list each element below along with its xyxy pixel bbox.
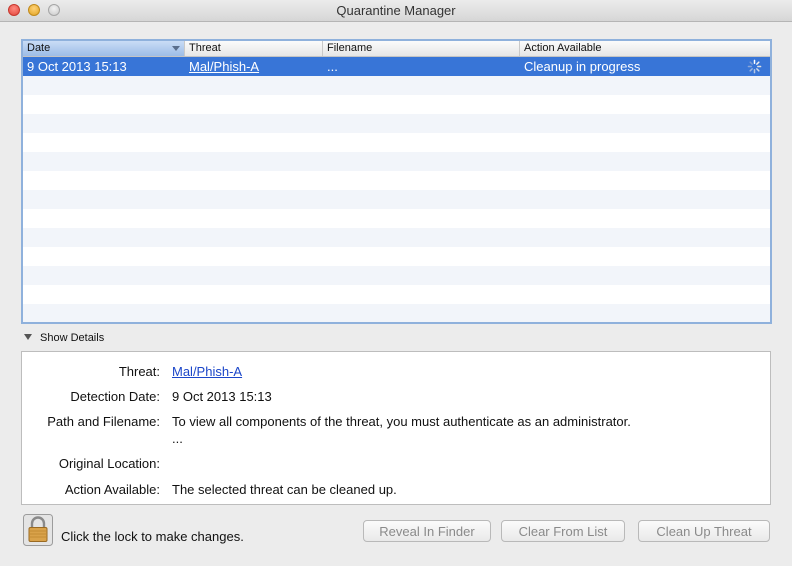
column-header-threat[interactable]: Threat <box>185 41 323 56</box>
path-filename-label: Path and Filename: <box>47 414 160 429</box>
empty-row <box>23 171 770 190</box>
action-available-label: Action Available: <box>64 482 160 497</box>
column-header-label: Threat <box>189 42 221 54</box>
empty-row <box>23 285 770 304</box>
table-row[interactable]: 9 Oct 2013 15:13 Mal/Phish-A ... Cleanup… <box>23 57 770 76</box>
original-location-label: Original Location: <box>58 456 160 471</box>
empty-row <box>23 190 770 209</box>
empty-row <box>23 133 770 152</box>
reveal-in-finder-button[interactable]: Reveal In Finder <box>363 520 491 542</box>
details-panel: Threat: Mal/Phish-A Detection Date: 9 Oc… <box>21 351 771 505</box>
threat-label: Threat: <box>118 364 160 379</box>
title-bar[interactable]: Quarantine Manager <box>0 0 792 22</box>
row-filename: ... <box>327 59 338 74</box>
show-details-toggle[interactable]: Show Details <box>24 332 104 344</box>
empty-row <box>23 247 770 266</box>
sort-descending-icon <box>172 46 180 51</box>
show-details-label: Show Details <box>40 332 105 344</box>
column-header-label: Date <box>27 42 51 54</box>
detection-date-label: Detection Date: <box>70 389 160 404</box>
row-date: 9 Oct 2013 15:13 <box>27 59 127 74</box>
action-available-value: The selected threat can be cleaned up. <box>172 482 397 497</box>
column-header-action-available[interactable]: Action Available <box>520 41 770 56</box>
path-filename-value-continued: ... <box>172 431 183 446</box>
progress-spinner-icon <box>747 59 762 74</box>
column-header-label: Filename <box>327 42 373 54</box>
quarantine-manager-window: Quarantine Manager Date Threat Filename … <box>0 0 792 566</box>
empty-row <box>23 114 770 133</box>
threat-value-link[interactable]: Mal/Phish-A <box>172 364 242 379</box>
empty-row <box>23 76 770 95</box>
column-header-date[interactable]: Date <box>23 41 185 56</box>
row-action: Cleanup in progress <box>524 59 641 74</box>
empty-row <box>23 209 770 228</box>
lock-icon[interactable] <box>23 514 53 546</box>
empty-row <box>23 228 770 247</box>
clear-from-list-button[interactable]: Clear From List <box>501 520 625 542</box>
disclosure-triangle-icon <box>24 334 32 340</box>
empty-row <box>23 266 770 285</box>
empty-row <box>23 95 770 114</box>
empty-row <box>23 152 770 171</box>
clean-up-threat-button[interactable]: Clean Up Threat <box>638 520 770 542</box>
column-header-filename[interactable]: Filename <box>323 41 520 56</box>
row-threat-link[interactable]: Mal/Phish-A <box>185 57 323 76</box>
detection-date-value: 9 Oct 2013 15:13 <box>172 389 272 404</box>
quarantine-table[interactable]: Date Threat Filename Action Available 9 … <box>21 39 772 324</box>
window-title: Quarantine Manager <box>336 3 456 18</box>
path-filename-value: To view all components of the threat, yo… <box>172 414 631 429</box>
table-header: Date Threat Filename Action Available <box>23 41 770 57</box>
column-header-label: Action Available <box>524 42 602 54</box>
lock-instruction-text: Click the lock to make changes. <box>61 529 244 544</box>
empty-row <box>23 304 770 322</box>
